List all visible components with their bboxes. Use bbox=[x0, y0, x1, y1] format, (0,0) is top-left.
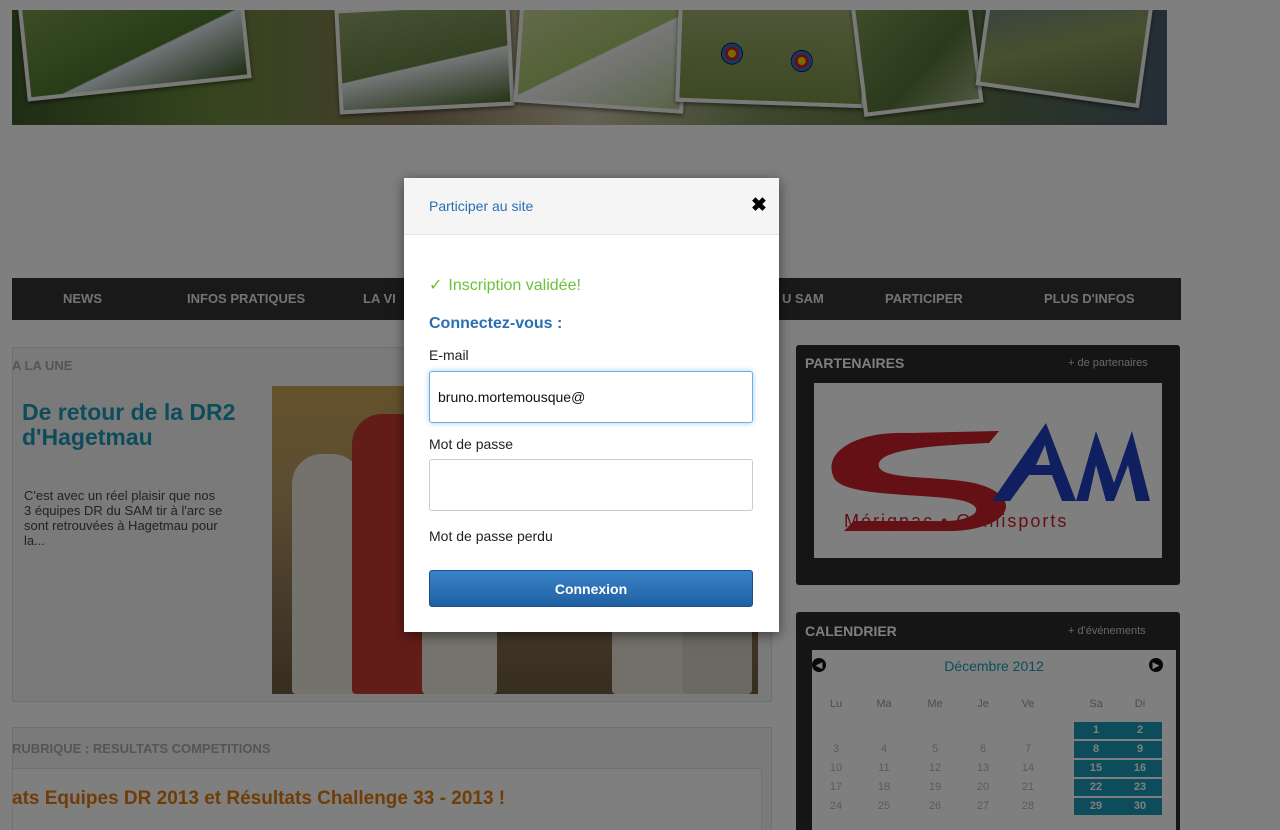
email-label: E-mail bbox=[429, 347, 469, 363]
modal-header: Participer au site ✖ bbox=[404, 178, 779, 235]
password-label: Mot de passe bbox=[429, 436, 514, 452]
lost-password-link[interactable]: Mot de passe perdu bbox=[429, 528, 553, 544]
checkmark-icon: ✓ bbox=[429, 277, 443, 294]
connect-heading: Connectez-vous : bbox=[429, 315, 563, 332]
success-text: Inscription validée! bbox=[448, 277, 581, 294]
modal-title: Participer au site bbox=[429, 198, 534, 214]
login-modal: Participer au site ✖ ✓ Inscription validé… bbox=[404, 178, 779, 632]
success-message: ✓ Inscription validée! bbox=[429, 275, 581, 295]
password-field[interactable] bbox=[429, 459, 753, 511]
close-icon[interactable]: ✖ bbox=[750, 196, 768, 216]
connexion-button[interactable]: Connexion bbox=[429, 570, 753, 607]
email-field[interactable] bbox=[429, 371, 753, 423]
